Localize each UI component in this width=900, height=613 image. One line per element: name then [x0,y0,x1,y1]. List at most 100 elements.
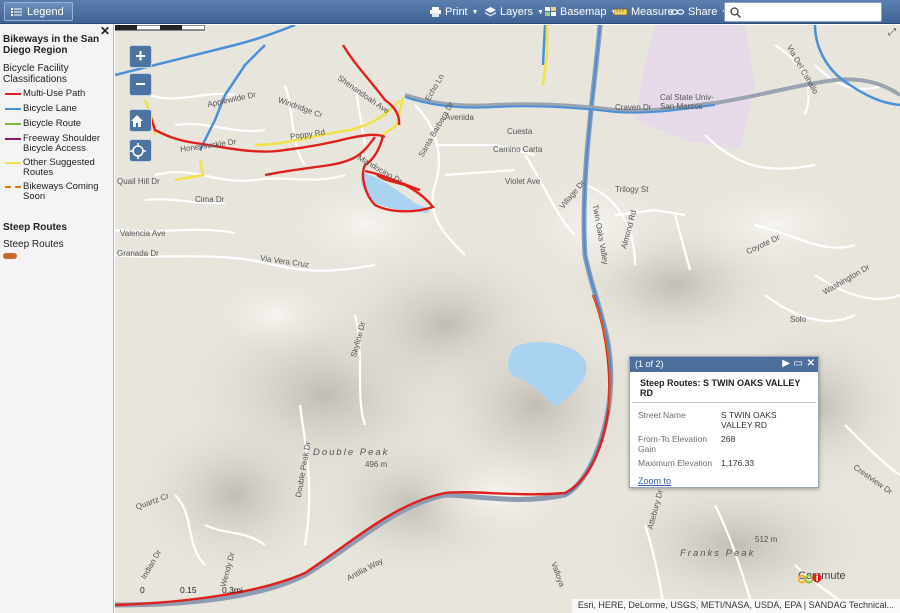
street-label: Solo [790,315,806,324]
steep-routes-swatch [3,253,17,259]
steep-routes-title: Steep Routes [3,222,110,233]
legend-panel: ✕ Bikeways in the San Diego Region Bicyc… [0,24,114,613]
layers-button[interactable]: Layers ▼ [485,4,544,20]
legend-title: Bikeways in the San Diego Region [3,34,103,56]
peak-label-double-peak: Double Peak [313,447,389,458]
elevation-label: 512 m [755,535,777,544]
legend-item-coming-soon: Bikeways Coming Soon [3,182,110,202]
legend-item-label: Other Suggested Routes [23,158,110,178]
legend-swatch [3,158,23,168]
basemap-label: Basemap [560,6,606,18]
print-icon [430,7,441,17]
chevron-down-icon: ▼ [537,9,544,16]
popup-pager: (1 of 2) [635,359,664,369]
elevation-label: 496 m [365,460,387,469]
street-label: Avenida [445,113,474,122]
legend-item-label: Bikeways Coming Soon [23,182,110,202]
basemap-button[interactable]: Basemap ▼ [545,4,617,20]
legend-item-label: Bicycle Lane [23,104,77,114]
link-icon [671,7,684,17]
layers-label: Layers [500,6,533,18]
zoom-to-link[interactable]: Zoom to [638,476,671,486]
next-feature-icon[interactable]: ▶ [782,358,790,369]
scale-labels: 0 0.15 0.3mi [140,585,250,595]
scale-label: 0.3mi [222,585,243,595]
popup-field-row: From-To Elevation Gain 268 [630,434,818,454]
close-icon[interactable]: ✕ [100,24,110,38]
locate-icon [130,143,146,159]
print-button[interactable]: Print ▼ [430,4,479,20]
street-label: Cima Dr [195,195,224,204]
legend-swatch [3,104,23,114]
home-button[interactable] [129,109,152,132]
popup-field-value: 268 [721,434,810,454]
popup-field-row: Maximum Elevation 1,176.33 [630,458,818,468]
map-canvas [115,25,900,613]
legend-toggle-button[interactable]: Legend [4,2,73,21]
street-label: Craven Dr [615,103,651,112]
popup-title: Steep Routes: S TWIN OAKS VALLEY RD [632,372,816,403]
scale-bar [115,25,205,31]
expand-icon[interactable]: ⤢ [888,27,896,38]
legend-item-bicycle-lane: Bicycle Lane [3,104,110,114]
app-window: Legend Print ▼ Layers ▼ Basemap ▼ Measur… [0,0,900,613]
legend-item-freeway-shoulder: Freeway Shoulder Bicycle Access [3,134,110,154]
street-label: Quail Hill Dr [117,177,160,186]
legend-button-label: Legend [27,6,64,18]
basemap-icon [545,7,556,17]
legend-swatch [3,119,23,129]
search-icon [730,7,741,18]
street-label: Trilogy St [615,185,649,194]
share-label: Share [688,6,717,18]
popup-header: (1 of 2) ▶ ▭ ✕ [630,357,818,372]
legend-item-label: Bicycle Route [23,119,81,129]
locate-button[interactable] [129,139,152,162]
legend-icon [11,7,22,17]
feature-popup: (1 of 2) ▶ ▭ ✕ Steep Routes: S TWIN OAKS… [629,356,819,488]
street-label: Cuesta [507,127,532,136]
popup-field-value: S TWIN OAKS VALLEY RD [721,410,810,430]
legend-items: Multi-Use Path Bicycle Lane Bicycle Rout… [3,89,110,202]
popup-field-key: From-To Elevation Gain [638,434,721,454]
popup-field-key: Maximum Elevation [638,458,721,468]
university-label: Cal State Univ-San Marcos [660,93,720,111]
legend-swatch [3,182,23,192]
popup-field-key: Street Name [638,410,721,430]
logo-mark-icon [798,570,822,586]
search-box [724,2,882,22]
search-input[interactable] [745,5,877,19]
street-label: Camino Carta [493,145,542,154]
legend-swatch [3,89,23,99]
legend-item-bicycle-route: Bicycle Route [3,119,110,129]
legend-item-label: Freeway Shoulder Bicycle Access [23,134,110,154]
scale-label: 0 [140,585,145,595]
maximize-icon[interactable]: ▭ [794,358,803,369]
icommute-logo: Commute [798,570,846,582]
zoom-in-button[interactable]: + [129,45,152,68]
map-view[interactable]: Applewilde Dr Windridge Cr Poppy Rd Hone… [115,25,900,613]
popup-field-value: 1,176.33 [721,458,810,468]
street-label: Granada Dr [117,249,159,258]
legend-subtitle: Bicycle Facility Classifications [3,63,110,85]
legend-item-label: Multi-Use Path [23,89,85,99]
measure-button[interactable]: Measure [614,4,674,20]
toolbar: Legend Print ▼ Layers ▼ Basemap ▼ Measur… [0,0,900,24]
close-icon[interactable]: ✕ [807,358,815,369]
legend-swatch [3,134,23,144]
measure-label: Measure [631,6,674,18]
chevron-down-icon: ▼ [472,9,479,16]
popup-field-row: Street Name S TWIN OAKS VALLEY RD [630,410,818,430]
street-label: Valencia Ave [120,229,166,238]
zoom-out-button[interactable]: − [129,73,152,96]
map-attribution: Esri, HERE, DeLorme, USGS, METI/NASA, US… [572,599,900,613]
measure-icon [614,7,627,17]
share-button[interactable]: Share ▼ [671,4,728,20]
street-label: Violet Ave [505,177,540,186]
scale-label: 0.15 [180,585,197,595]
print-label: Print [445,6,468,18]
peak-label-franks-peak: Franks Peak [680,548,755,559]
home-icon [130,114,144,128]
legend-item-multi-use-path: Multi-Use Path [3,89,110,99]
steep-routes-label: Steep Routes [3,239,110,250]
legend-item-other-suggested: Other Suggested Routes [3,158,110,178]
